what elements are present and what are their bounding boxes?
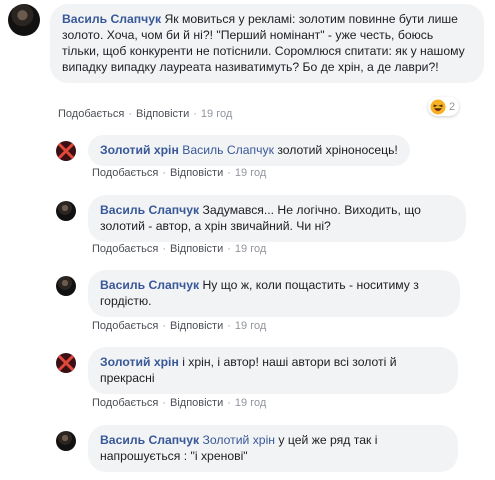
reply-author-link[interactable]: Золотий хрін	[100, 143, 179, 157]
reply-text: золотий хріноносець!	[273, 143, 398, 157]
timestamp-link[interactable]: 19 год	[235, 243, 266, 255]
haha-emoji-icon	[430, 99, 446, 115]
reply-bubble: Золотий хрін Василь Слапчук золотий хрін…	[88, 135, 410, 166]
comment-author-link[interactable]: Василь Слапчук	[62, 12, 161, 26]
avatar[interactable]	[56, 201, 76, 221]
reply-link[interactable]: Відповісти	[170, 167, 223, 179]
timestamp-link[interactable]: 19 год	[235, 320, 266, 332]
like-link[interactable]: Подобається	[92, 167, 158, 179]
reply-author-link[interactable]: Василь Слапчук	[100, 278, 199, 292]
timestamp-link[interactable]: 19 год	[235, 397, 266, 409]
reply-comment: Василь Слапчук Ну що ж, коли пощастить -…	[56, 270, 460, 317]
reaction-count: 2	[449, 100, 456, 113]
reply-actions: Подобається · Відповісти · 19 год	[92, 167, 267, 179]
like-link[interactable]: Подобається	[92, 320, 158, 332]
avatar[interactable]	[56, 353, 76, 373]
reply-link[interactable]: Відповісти	[170, 320, 223, 332]
reply-bubble: Золотий хрін і хрін, і автор! наші автор…	[88, 347, 458, 394]
like-link[interactable]: Подобається	[58, 108, 124, 120]
reaction-badge[interactable]: 2	[428, 97, 460, 116]
reply-comment: Золотий хрін і хрін, і автор! наші автор…	[56, 347, 458, 394]
reply-comment: Василь Слапчук Золотий хрін у цей же ряд…	[56, 425, 458, 472]
reply-link[interactable]: Відповісти	[136, 108, 189, 120]
reply-actions: Подобається · Відповісти · 19 год	[92, 243, 267, 255]
comment-bubble: Василь Слапчук Як мовиться у рекламі: зо…	[50, 4, 484, 83]
reply-link[interactable]: Відповісти	[170, 397, 223, 409]
comment-actions: Подобається · Відповісти · 19 год	[58, 108, 233, 120]
reply-link[interactable]: Відповісти	[170, 243, 223, 255]
timestamp-link[interactable]: 19 год	[201, 108, 232, 120]
avatar[interactable]	[56, 141, 76, 161]
mention-link[interactable]: Золотий хрін	[203, 433, 276, 447]
reply-author-link[interactable]: Золотий хрін	[100, 355, 179, 369]
reply-author-link[interactable]: Василь Слапчук	[100, 433, 199, 447]
reply-comment: Василь Слапчук Задумався... Не логічно. …	[56, 195, 466, 242]
avatar[interactable]	[8, 4, 40, 36]
reply-actions: Подобається · Відповісти · 19 год	[92, 397, 267, 409]
comment-main: Василь Слапчук Як мовиться у рекламі: зо…	[8, 4, 484, 83]
reply-comment: Золотий хрін Василь Слапчук золотий хрін…	[56, 135, 410, 166]
avatar[interactable]	[56, 276, 76, 296]
reply-bubble: Василь Слапчук Ну що ж, коли пощастить -…	[88, 270, 460, 317]
reply-bubble: Василь Слапчук Задумався... Не логічно. …	[88, 195, 466, 242]
like-link[interactable]: Подобається	[92, 243, 158, 255]
reply-author-link[interactable]: Василь Слапчук	[100, 203, 199, 217]
like-link[interactable]: Подобається	[92, 397, 158, 409]
reply-actions: Подобається · Відповісти · 19 год	[92, 320, 267, 332]
reply-bubble: Василь Слапчук Золотий хрін у цей же ряд…	[88, 425, 458, 472]
avatar[interactable]	[56, 431, 76, 451]
timestamp-link[interactable]: 19 год	[235, 167, 266, 179]
mention-link[interactable]: Василь Слапчук	[182, 143, 274, 157]
